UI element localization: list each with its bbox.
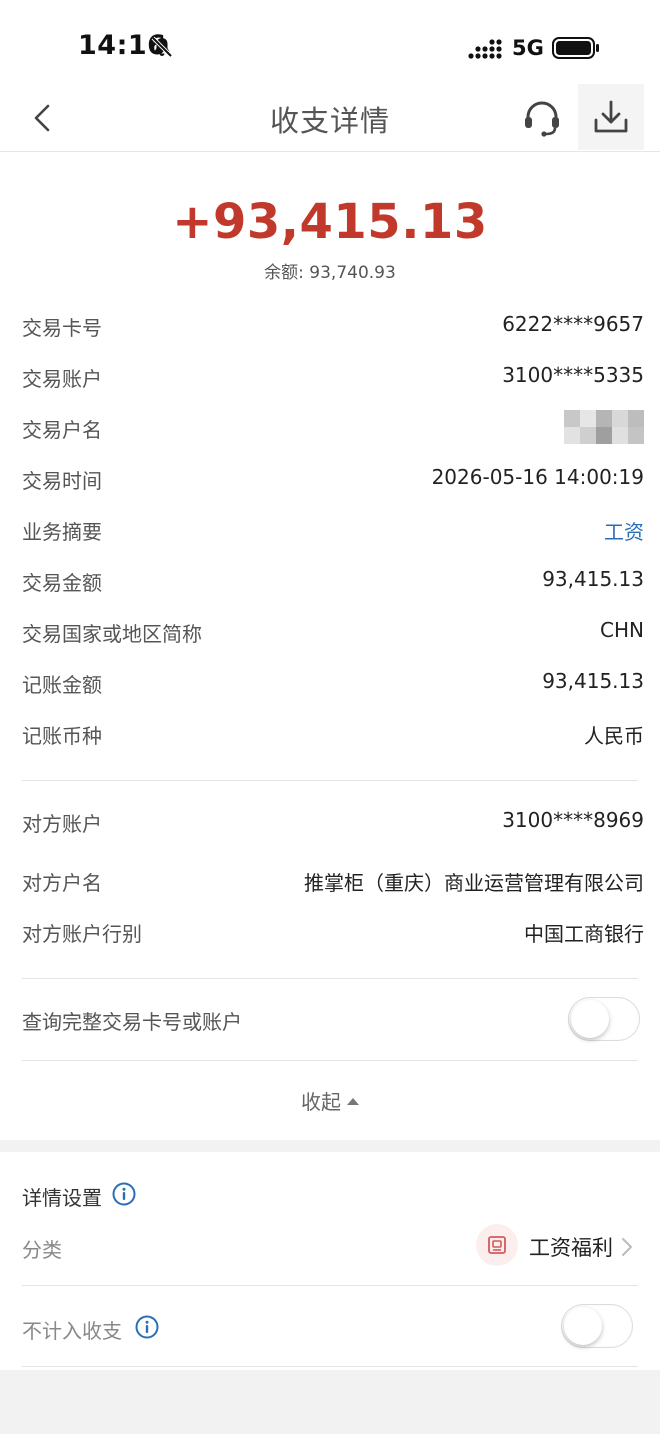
detail-value: 推掌柜（重庆）商业运营管理有限公司	[304, 871, 644, 895]
customer-service-icon[interactable]	[522, 98, 562, 138]
detail-label: 交易户名	[22, 418, 102, 442]
detail-row-summary: 业务摘要 工资	[22, 512, 644, 548]
detail-label: 交易账户	[22, 367, 102, 391]
collapse-button[interactable]: 收起	[0, 1086, 660, 1115]
detail-label: 对方账户行别	[22, 922, 142, 946]
nav-bar: 收支详情	[0, 84, 660, 152]
detail-label: 交易卡号	[22, 316, 102, 340]
category-badge[interactable]	[476, 1224, 518, 1266]
detail-settings-card: 详情设置 分类 工资福利 不计入收支	[0, 1152, 660, 1370]
full-number-row: 查询完整交易卡号或账户	[22, 1002, 644, 1038]
detail-row-card-number: 交易卡号 6222****9657	[22, 308, 644, 344]
redacted-name-mosaic	[564, 410, 644, 444]
section-divider	[22, 1060, 638, 1061]
info-icon[interactable]	[112, 1182, 136, 1206]
section-divider	[22, 780, 638, 781]
detail-row-country: 交易国家或地区简称 CHN	[22, 614, 644, 650]
settings-title: 详情设置	[22, 1186, 102, 1210]
section-divider	[22, 1285, 638, 1286]
collapse-label: 收起	[301, 1090, 341, 1114]
transaction-amount: +93,415.13	[172, 194, 488, 250]
detail-value: 3100****5335	[502, 363, 644, 387]
detail-value: 人民币	[584, 724, 644, 748]
section-divider	[22, 978, 638, 979]
category-value[interactable]: 工资福利	[529, 1232, 613, 1262]
detail-row-amount: 交易金额 93,415.13	[22, 563, 644, 599]
counterparty-row-name: 对方户名 推掌柜（重庆）商业运营管理有限公司	[22, 863, 644, 899]
detail-label: 记账币种	[22, 724, 102, 748]
detail-value: 6222****9657	[502, 312, 644, 336]
detail-label: 交易金额	[22, 571, 102, 595]
detail-value: 93,415.13	[542, 669, 644, 693]
detail-value: 3100****8969	[502, 808, 644, 832]
detail-row-currency: 记账币种 人民币	[22, 716, 644, 752]
detail-label: 交易时间	[22, 469, 102, 493]
counterparty-row-account: 对方账户 3100****8969	[22, 804, 644, 840]
info-icon[interactable]	[135, 1315, 159, 1339]
exclude-label: 不计入收支	[22, 1319, 122, 1343]
counterparty-row-bank: 对方账户行别 中国工商银行	[22, 914, 644, 950]
balance-line: 余额: 93,740.93	[0, 258, 660, 283]
detail-label: 对方账户	[22, 812, 102, 836]
download-icon	[594, 100, 628, 133]
detail-label: 记账金额	[22, 673, 102, 697]
chevron-right-icon[interactable]	[620, 1236, 634, 1258]
caret-up-icon	[347, 1098, 359, 1105]
status-bar: 14:16 5G	[0, 0, 660, 84]
detail-row-account-name: 交易户名	[22, 410, 644, 446]
toggle-knob	[571, 1000, 609, 1038]
full-number-label: 查询完整交易卡号或账户	[22, 1010, 242, 1034]
signal-icon	[468, 39, 502, 59]
detail-label: 对方户名	[22, 871, 102, 895]
detail-value: 93,415.13	[542, 567, 644, 591]
network-type: 5G	[512, 36, 544, 60]
bell-muted-icon	[151, 36, 173, 58]
detail-label: 业务摘要	[22, 520, 102, 544]
detail-value: 2026-05-16 14:00:19	[431, 465, 644, 489]
detail-value: CHN	[600, 618, 644, 642]
section-divider	[22, 1366, 638, 1367]
download-button[interactable]	[578, 84, 644, 150]
transaction-detail-card: +93,415.13 余额: 93,740.93 交易卡号 6222****96…	[0, 152, 660, 1140]
toggle-knob	[564, 1307, 602, 1345]
category-label: 分类	[22, 1238, 62, 1262]
detail-row-booked-amount: 记账金额 93,415.13	[22, 665, 644, 701]
battery-icon	[552, 37, 599, 59]
summary-link[interactable]: 工资	[604, 516, 644, 545]
detail-value: 中国工商银行	[524, 922, 644, 946]
detail-label: 交易国家或地区简称	[22, 622, 202, 646]
page-bottom-background	[0, 1370, 660, 1434]
detail-row-time: 交易时间 2026-05-16 14:00:19	[22, 461, 644, 497]
salary-category-icon	[488, 1236, 506, 1254]
balance-label: 余额:	[264, 263, 304, 283]
full-number-toggle[interactable]	[568, 997, 640, 1041]
detail-row-account: 交易账户 3100****5335	[22, 359, 644, 395]
exclude-toggle[interactable]	[561, 1304, 633, 1348]
balance-value: 93,740.93	[309, 263, 396, 283]
